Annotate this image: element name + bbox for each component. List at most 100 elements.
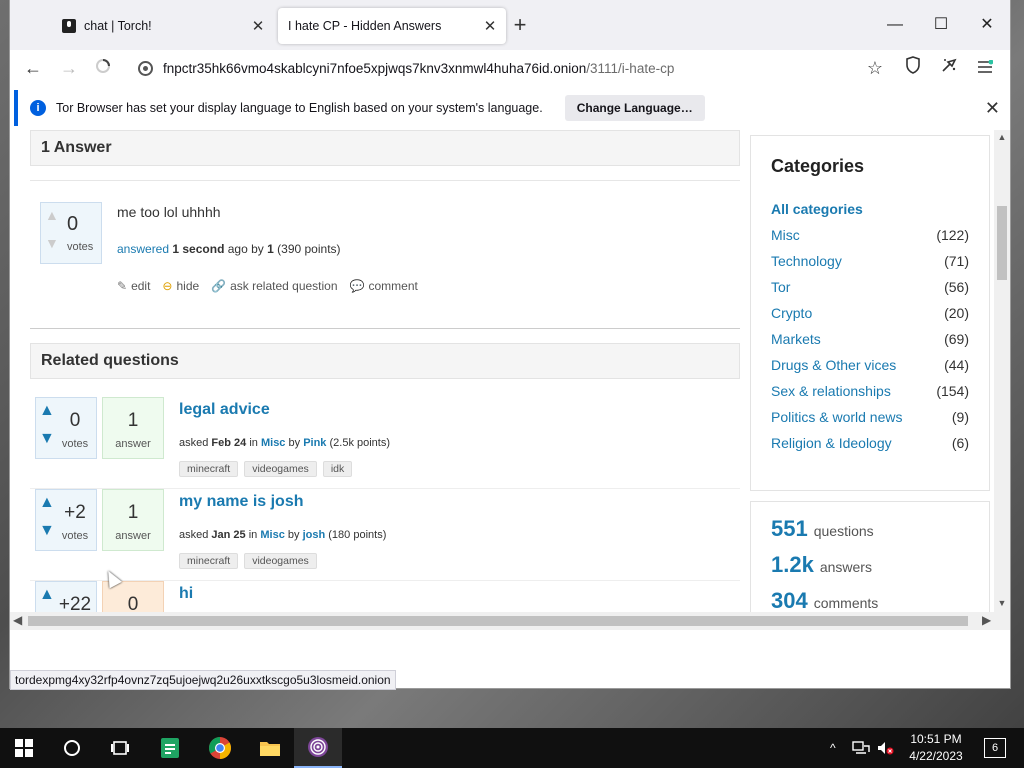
menu-icon[interactable] — [972, 56, 998, 80]
onion-site-icon[interactable] — [138, 60, 153, 76]
answered-link[interactable]: answered — [117, 242, 169, 256]
pencil-icon: ✎ — [117, 279, 128, 293]
tor-browser-icon[interactable] — [294, 728, 342, 768]
tag[interactable]: minecraft — [179, 553, 239, 569]
tag[interactable]: videogames — [244, 553, 317, 569]
show-hidden-icons-icon[interactable]: ^ — [830, 728, 836, 768]
comment-button[interactable]: 💬 comment — [350, 279, 418, 293]
category-item[interactable]: Politics & world news (9) — [771, 409, 969, 435]
close-window-icon[interactable]: ✕ — [964, 10, 1010, 40]
edit-button[interactable]: ✎ edit — [117, 279, 150, 293]
address-bar[interactable]: fnpctr35hk66vmo4skablcyni7nfoe5xpjwqs7kn… — [126, 54, 846, 82]
question-title[interactable]: legal advice — [179, 401, 270, 419]
ago-by-text: ago by — [227, 242, 264, 256]
question-title[interactable]: hi — [179, 585, 193, 603]
site-stats: 551 questions 1.2k answers 304 comments — [750, 501, 990, 612]
scrollbar-thumb[interactable] — [28, 616, 968, 626]
answer-count-box: 1 answer — [102, 489, 164, 551]
vote-up-icon[interactable]: ▲ — [45, 207, 59, 223]
category-link[interactable]: Misc — [261, 437, 285, 449]
tab-title: chat | Torch! — [84, 19, 152, 33]
vote-count: 0 — [69, 410, 81, 431]
link-icon: 🔗 — [211, 279, 227, 293]
vote-down-icon[interactable]: ▼ — [39, 430, 55, 448]
tag[interactable]: videogames — [244, 461, 317, 477]
new-tab-icon[interactable]: + — [508, 14, 532, 38]
scroll-left-icon[interactable]: ◀ — [13, 613, 22, 627]
minimize-icon[interactable]: — — [872, 10, 918, 40]
tab-torch-chat[interactable]: chat | Torch! ✕ — [50, 8, 274, 44]
hide-button[interactable]: ⊖ hide — [162, 279, 199, 293]
answer-count: 0 — [127, 594, 139, 612]
vote-up-icon[interactable]: ▲ — [39, 494, 55, 512]
scroll-right-icon[interactable]: ▶ — [982, 613, 991, 627]
category-item[interactable]: Technology (71) — [771, 253, 969, 279]
category-item[interactable]: Sex & relationships (154) — [771, 383, 969, 409]
vote-count: +22 — [58, 594, 92, 612]
user-link[interactable]: josh — [303, 529, 326, 541]
volume-muted-icon[interactable] — [876, 728, 894, 768]
related-questions: Related questions ▲ ▼ 0 votes 1 answer l… — [30, 343, 740, 612]
back-arrow-icon[interactable]: ← — [20, 56, 46, 80]
sheets-app-icon[interactable] — [146, 728, 194, 768]
bookmark-star-icon[interactable]: ☆ — [862, 56, 888, 80]
tag-list: minecraft videogames — [179, 553, 317, 569]
browser-window: chat | Torch! ✕ I hate CP - Hidden Answe… — [10, 0, 1010, 688]
network-icon[interactable] — [852, 728, 870, 768]
ask-related-button[interactable]: 🔗 ask related question — [211, 279, 337, 293]
vote-up-icon[interactable]: ▲ — [39, 586, 55, 604]
tag[interactable]: idk — [322, 461, 353, 477]
tab-close-icon[interactable]: ✕ — [248, 17, 268, 35]
search-circle-icon[interactable] — [48, 728, 96, 768]
tag[interactable]: minecraft — [179, 461, 239, 477]
vertical-scrollbar[interactable]: ▲ ▼ — [994, 130, 1010, 612]
status-url: tordexpmg4xy32rfp4ovnz7zq5ujoejwq2u26uxx… — [10, 670, 396, 690]
question-title[interactable]: my name is josh — [179, 493, 304, 511]
vote-count: 0 — [67, 213, 79, 235]
answers-heading: 1 Answer — [30, 130, 740, 166]
task-view-icon[interactable] — [96, 728, 144, 768]
comment-icon: 💬 — [349, 279, 365, 293]
forward-arrow-icon[interactable]: → — [56, 56, 82, 80]
close-notification-icon[interactable]: ✕ — [985, 98, 1000, 119]
category-link[interactable]: Misc — [260, 529, 284, 541]
tab-hidden-answers[interactable]: I hate CP - Hidden Answers ✕ — [278, 8, 506, 44]
category-item[interactable]: Religion & Ideology (6) — [771, 435, 969, 461]
vote-count: +2 — [64, 502, 86, 523]
tab-close-icon[interactable]: ✕ — [480, 17, 500, 35]
loading-spinner-icon[interactable] — [90, 56, 116, 80]
scroll-down-icon[interactable]: ▼ — [994, 598, 1010, 608]
vote-down-icon[interactable]: ▼ — [45, 235, 59, 251]
stat-comments: 304 comments — [771, 588, 879, 612]
answer-count: 1 — [127, 410, 139, 431]
new-identity-broom-icon[interactable] — [936, 56, 962, 80]
votes-label: votes — [61, 438, 89, 450]
votes-label: votes — [67, 241, 94, 253]
category-item[interactable]: Tor (56) — [771, 279, 969, 305]
category-all[interactable]: All categories — [771, 201, 969, 227]
change-language-button[interactable]: Change Language… — [564, 95, 705, 121]
category-item[interactable]: Drugs & Other vices (44) — [771, 357, 969, 383]
windows-start-icon[interactable] — [0, 728, 48, 768]
answer-actions: ✎ edit ⊖ hide 🔗 ask related question 💬 comme… — [117, 279, 418, 293]
scrollbar-thumb[interactable] — [997, 206, 1007, 280]
vote-down-icon[interactable]: ▼ — [39, 522, 55, 540]
question-item: ▲ ▼ 0 votes 1 answer legal advice asked … — [30, 397, 740, 489]
system-clock[interactable]: 10:51 PM 4/22/2023 — [898, 731, 974, 765]
category-item[interactable]: Misc (122) — [771, 227, 969, 253]
url-path: /3111/i-hate-cp — [586, 60, 675, 76]
category-item[interactable]: Crypto (20) — [771, 305, 969, 331]
user-link[interactable]: Pink — [303, 437, 326, 449]
maximize-icon[interactable]: ☐ — [918, 10, 964, 40]
file-explorer-icon[interactable] — [246, 728, 294, 768]
tag-list: minecraft videogames idk — [179, 461, 353, 477]
answer-meta: answered 1 second ago by 1 (390 points) — [117, 242, 341, 256]
vote-up-icon[interactable]: ▲ — [39, 402, 55, 420]
shield-icon[interactable] — [900, 56, 926, 80]
action-center-icon[interactable]: 6 — [984, 738, 1006, 758]
chrome-icon[interactable] — [196, 728, 244, 768]
answer-user[interactable]: 1 — [267, 242, 274, 256]
scroll-up-icon[interactable]: ▲ — [994, 132, 1010, 142]
horizontal-scrollbar[interactable]: ◀ ▶ — [10, 612, 1010, 630]
category-item[interactable]: Markets (69) — [771, 331, 969, 357]
